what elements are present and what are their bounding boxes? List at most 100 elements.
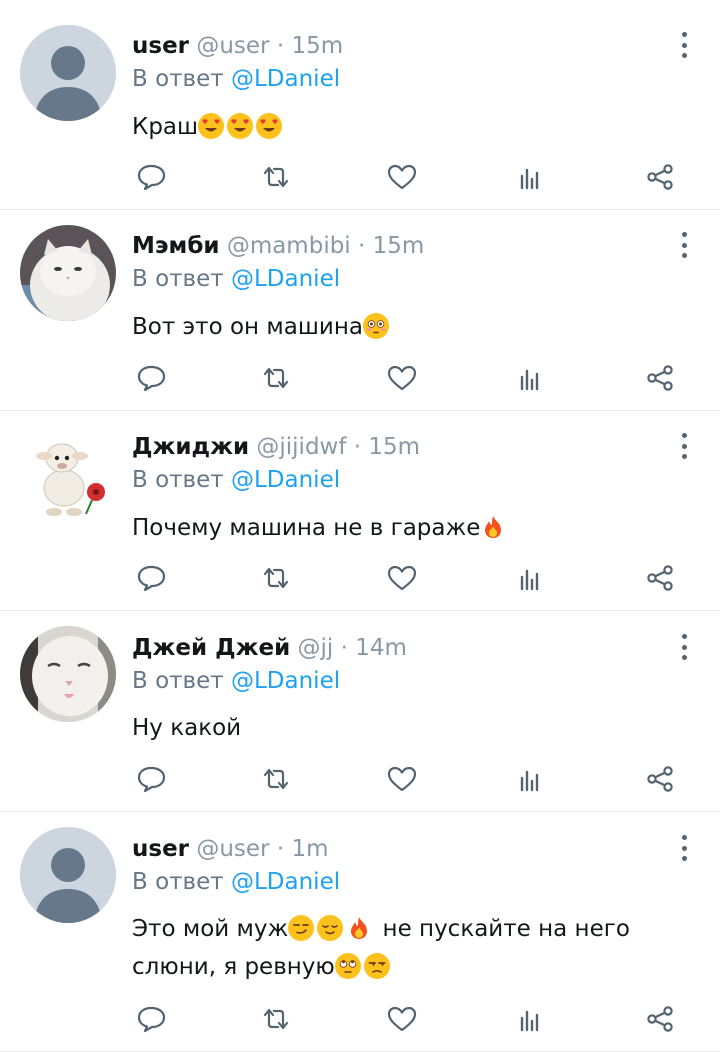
tweet-actions: [132, 1001, 700, 1037]
like-icon[interactable]: [382, 159, 422, 195]
timestamp[interactable]: 14m: [355, 635, 407, 661]
tweet-actions: [132, 159, 700, 195]
unamused-emoji: [363, 953, 390, 979]
white-cat-photo: [20, 225, 116, 321]
retweet-icon[interactable]: [256, 761, 296, 797]
mention-link[interactable]: @LDaniel: [231, 869, 340, 895]
heart-eyes-emoji: [227, 113, 254, 139]
reply-icon[interactable]: [132, 159, 172, 195]
mention-link[interactable]: @LDaniel: [231, 266, 340, 292]
user-handle[interactable]: @mambibi: [227, 233, 351, 259]
separator: ·: [358, 233, 366, 259]
display-name[interactable]: user: [132, 836, 189, 862]
mention-link[interactable]: @LDaniel: [231, 467, 340, 493]
tweet-actions: [132, 360, 700, 396]
separator: ·: [353, 434, 362, 460]
relieved-emoji: [317, 915, 344, 941]
analytics-icon[interactable]: [510, 360, 550, 396]
fire-emoji: [346, 915, 372, 941]
user-handle[interactable]: @user: [196, 33, 269, 59]
more-options-icon[interactable]: [674, 833, 694, 863]
reply-context: В ответ @LDaniel: [132, 263, 340, 295]
reply-icon[interactable]: [132, 1001, 172, 1037]
timestamp[interactable]: 15m: [368, 434, 420, 460]
tweet-actions: [132, 761, 700, 797]
display-name[interactable]: Джиджи: [132, 434, 249, 460]
avatar[interactable]: [20, 25, 116, 121]
share-icon[interactable]: [640, 360, 680, 396]
analytics-icon[interactable]: [510, 159, 550, 195]
avatar[interactable]: [20, 626, 116, 722]
tweet-text-line: Вот это он машина: [132, 314, 363, 340]
user-handle[interactable]: @user: [196, 836, 269, 862]
share-icon[interactable]: [640, 159, 680, 195]
mention-link[interactable]: @LDaniel: [231, 668, 340, 694]
reply-icon[interactable]: [132, 761, 172, 797]
reply-context: В ответ @LDaniel: [132, 665, 340, 697]
separator: ·: [340, 635, 348, 661]
tweet-text: Вот это он машина: [132, 308, 672, 346]
tweet-actions: [132, 560, 700, 596]
heart-eyes-emoji: [256, 113, 283, 139]
analytics-icon[interactable]: [510, 1001, 550, 1037]
avatar[interactable]: [20, 827, 116, 923]
timestamp[interactable]: 15m: [373, 233, 425, 259]
display-name[interactable]: user: [132, 33, 189, 59]
tweet[interactable]: Джиджи @jijidwf · 15m В ответ @LDaniel П…: [0, 411, 720, 611]
avatar[interactable]: [20, 426, 116, 522]
timestamp[interactable]: 1m: [291, 836, 328, 862]
more-options-icon[interactable]: [674, 431, 694, 461]
separator: ·: [276, 836, 285, 862]
like-icon[interactable]: [382, 560, 422, 596]
share-icon[interactable]: [640, 1001, 680, 1037]
reply-context: В ответ @LDaniel: [132, 866, 340, 898]
reply-context: В ответ @LDaniel: [132, 63, 340, 95]
like-icon[interactable]: [382, 360, 422, 396]
tweet-text-line: не пускайте на него: [375, 916, 630, 942]
like-icon[interactable]: [382, 761, 422, 797]
reply-prefix: В ответ: [132, 869, 224, 895]
display-name[interactable]: Мэмби: [132, 233, 220, 259]
analytics-icon[interactable]: [510, 560, 550, 596]
more-options-icon[interactable]: [674, 632, 694, 662]
like-icon[interactable]: [382, 1001, 422, 1037]
kitten-face-photo: [20, 626, 116, 722]
more-options-icon[interactable]: [674, 230, 694, 260]
tweet-text-line: Краш: [132, 114, 199, 140]
share-icon[interactable]: [640, 560, 680, 596]
tweet-header: Джей Джей @jj · 14m: [132, 632, 407, 664]
smirk-emoji: [288, 915, 315, 941]
tweet[interactable]: user @user · 15m В ответ @LDaniel Краш: [0, 0, 720, 210]
tweet-text: Почему машина не в гараже: [132, 509, 672, 547]
tweet-header: user @user · 15m: [132, 30, 343, 62]
retweet-icon[interactable]: [256, 360, 296, 396]
tweet[interactable]: Джей Джей @jj · 14m В ответ @LDaniel Ну …: [0, 611, 720, 812]
retweet-icon[interactable]: [256, 159, 296, 195]
user-handle[interactable]: @jj: [298, 635, 334, 661]
tweet-text: Это мой муж не пускайте на него слюни, я …: [132, 910, 672, 986]
display-name[interactable]: Джей Джей: [132, 635, 290, 661]
reply-feed: user @user · 15m В ответ @LDaniel Краш М…: [0, 0, 720, 1052]
tweet-header: Джиджи @jijidwf · 15m: [132, 431, 420, 463]
eye-roll-emoji: [334, 953, 361, 979]
reply-prefix: В ответ: [132, 66, 224, 92]
reply-context: В ответ @LDaniel: [132, 464, 340, 496]
reply-prefix: В ответ: [132, 266, 224, 292]
mention-link[interactable]: @LDaniel: [231, 66, 340, 92]
reply-icon[interactable]: [132, 560, 172, 596]
avatar[interactable]: [20, 225, 116, 321]
retweet-icon[interactable]: [256, 560, 296, 596]
heart-eyes-emoji: [198, 113, 225, 139]
share-icon[interactable]: [640, 761, 680, 797]
tweet[interactable]: user @user · 1m В ответ @LDaniel Это мой…: [0, 812, 720, 1052]
default-avatar-icon: [20, 827, 116, 923]
analytics-icon[interactable]: [510, 761, 550, 797]
timestamp[interactable]: 15m: [291, 33, 343, 59]
fire-emoji: [480, 514, 506, 540]
user-handle[interactable]: @jijidwf: [256, 434, 346, 460]
more-options-icon[interactable]: [674, 30, 694, 60]
reply-icon[interactable]: [132, 360, 172, 396]
tweet[interactable]: Мэмби @mambibi · 15m В ответ @LDaniel Во…: [0, 210, 720, 411]
tweet-text: Ну какой: [132, 709, 672, 747]
retweet-icon[interactable]: [256, 1001, 296, 1037]
